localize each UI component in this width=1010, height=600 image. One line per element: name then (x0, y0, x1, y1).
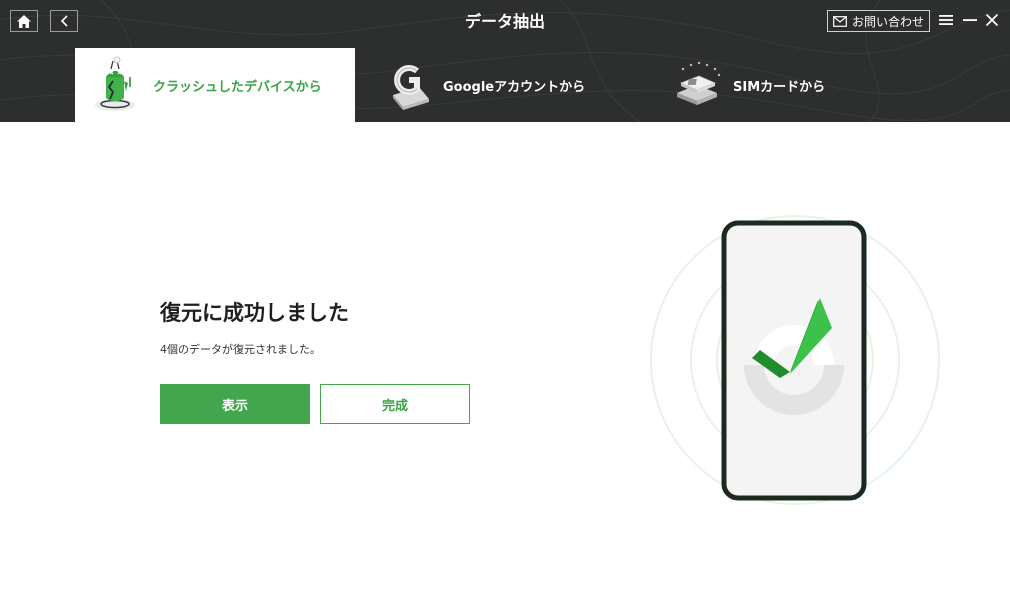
top-header: データ抽出 お問い合わせ クラッシュしたデバイスから Googleアカウントから… (0, 0, 1010, 122)
crashed-android-icon (95, 56, 135, 111)
success-illustration (650, 215, 940, 505)
sim-card-icon (677, 61, 721, 105)
tab-google-account-label: Googleアカウントから (443, 79, 586, 95)
done-button[interactable]: 完成 (320, 384, 470, 424)
phone-icon (721, 220, 867, 501)
tab-crashed-device-label: クラッシュしたデバイスから (153, 79, 322, 95)
success-title: 復元に成功しました (160, 301, 349, 325)
close-button[interactable] (982, 10, 1002, 30)
contact-label: お問い合わせ (851, 14, 924, 29)
minimize-button[interactable] (960, 10, 980, 30)
minimize-icon (963, 19, 977, 21)
contact-button[interactable]: お問い合わせ (827, 10, 930, 32)
tab-google-account[interactable]: Googleアカウントから (365, 48, 645, 122)
success-subtitle: 4個のデータが復元されました。 (160, 343, 321, 356)
google-account-icon (393, 65, 429, 110)
tab-sim-card-label: SIMカードから (733, 79, 826, 95)
tab-crashed-device[interactable]: クラッシュしたデバイスから (75, 48, 355, 122)
mail-icon (833, 15, 847, 27)
menu-icon (939, 15, 953, 25)
close-icon (985, 13, 999, 27)
menu-button[interactable] (936, 10, 956, 30)
view-button[interactable]: 表示 (160, 384, 310, 424)
tab-sim-card[interactable]: SIMカードから (655, 48, 935, 122)
